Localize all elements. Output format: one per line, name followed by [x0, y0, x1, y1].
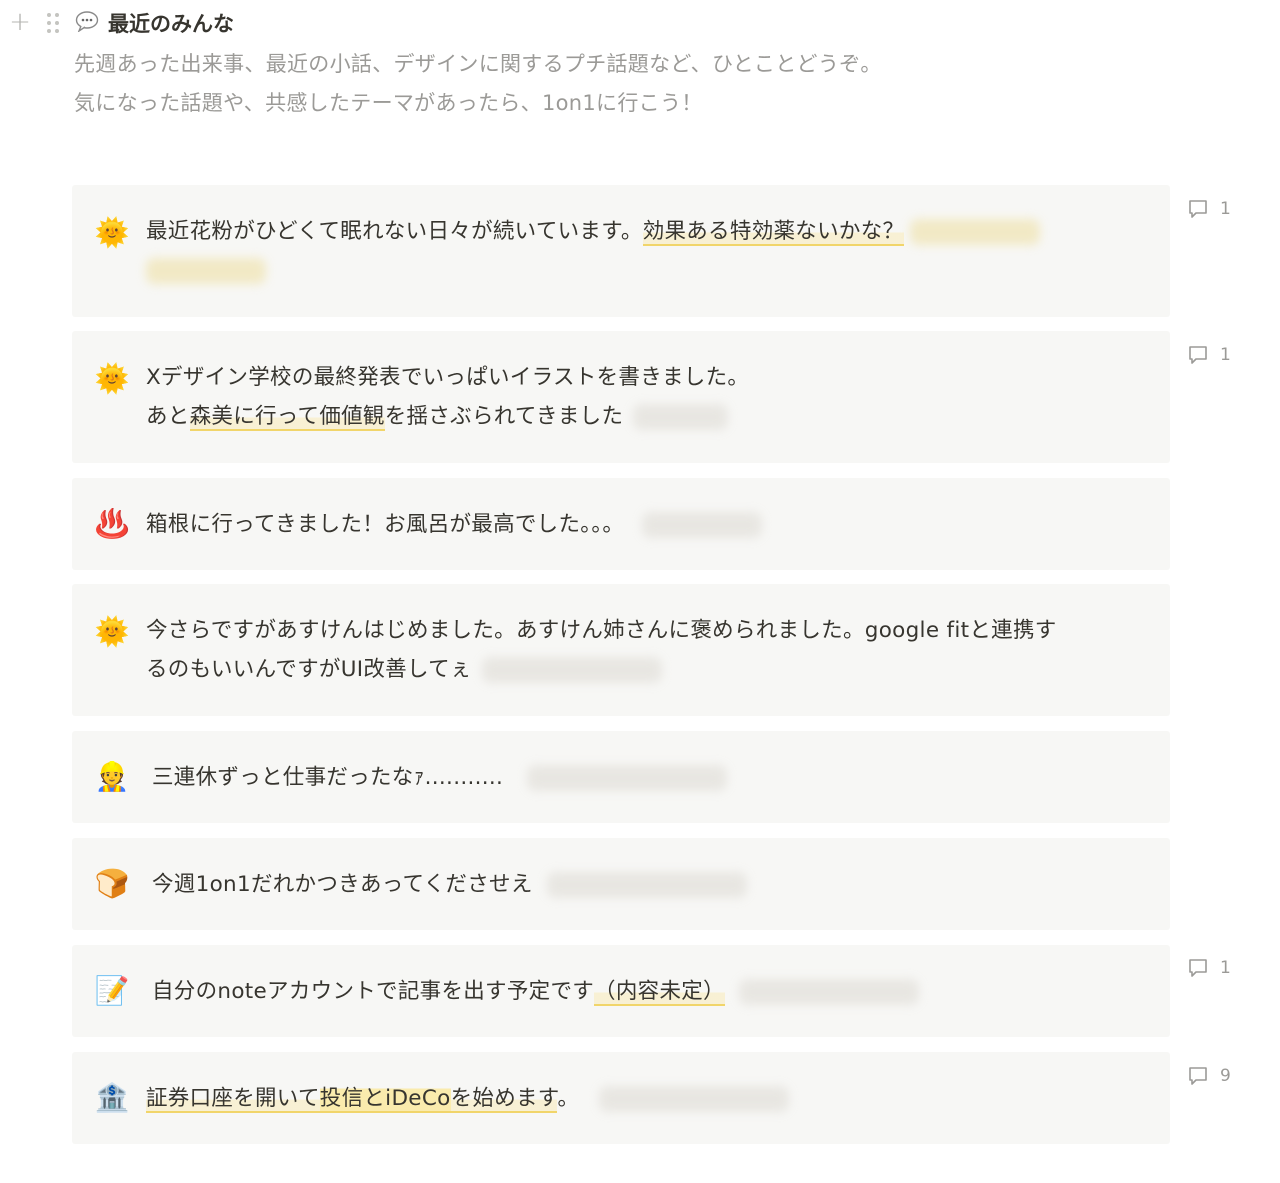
comment-count[interactable]: 1 — [1186, 955, 1246, 981]
blurred-author — [738, 979, 919, 1005]
comment-count[interactable]: 9 — [1186, 1063, 1246, 1089]
post-card[interactable]: 🌞 最近花粉がひどくて眠れない日々が続いています。効果ある特効薬ないかな？ — [72, 185, 1170, 317]
post-text: 今さらですがあすけんはじめました。あすけん姉さんに褒められました。google … — [146, 618, 1057, 683]
page-title: 最近のみんな — [108, 12, 234, 36]
blurred-author — [546, 872, 747, 898]
post-card[interactable]: 🌞 今さらですがあすけんはじめました。あすけん姉さんに褒められました。googl… — [72, 584, 1170, 716]
blurred-author — [146, 258, 266, 284]
blurred-author — [642, 512, 763, 538]
highlighted-text: 効果ある特効薬ないかな？ — [642, 219, 905, 246]
post-text: 三連休ずっと仕事だったなｧ........... — [152, 758, 1146, 797]
blurred-author — [633, 404, 729, 430]
blurred-author — [527, 765, 728, 791]
hot-springs-icon: ♨️ — [94, 507, 130, 540]
highlighted-text: 証券口座を開いて — [146, 1086, 320, 1113]
blurred-author — [910, 219, 1041, 245]
highlighted-text: 投信とiDeCo — [319, 1086, 451, 1113]
post-card[interactable]: 🏦 証券口座を開いて投信とiDeCoを始めます。 — [72, 1052, 1170, 1144]
description-line: 先週あった出来事、最近の小話、デザインに関するプチ話題など、ひとことどうぞ。 — [74, 52, 882, 76]
sun-with-face-icon: 🌞 — [94, 615, 130, 648]
page-header: + 最近のみんな 先週あった出来事、最近の小話、デザインに関するプチ話題など、ひ… — [0, 0, 1280, 130]
sun-with-face-icon: 🌞 — [94, 362, 130, 395]
blurred-author — [599, 1086, 790, 1112]
blurred-author — [481, 657, 662, 683]
post-card[interactable]: 📝 自分のnoteアカウントで記事を出す予定です（内容未定） — [72, 945, 1170, 1037]
post-text: Xデザイン学校の最終発表でいっぱいイラストを書きました。 あと森美に行って価値観… — [146, 365, 750, 431]
post-card[interactable]: 🍞 今週1on1だれかつきあってくださせえ — [72, 838, 1170, 930]
post-text: 証券口座を開いて投信とiDeCoを始めます。 — [146, 1079, 1146, 1118]
post-card[interactable]: ♨️ 箱根に行ってきました！お風呂が最高でした。。。 — [72, 478, 1170, 570]
comment-count[interactable]: 1 — [1186, 342, 1246, 368]
heading: 最近のみんな — [74, 6, 234, 40]
highlighted-text: 森美に行って価値観 — [189, 404, 385, 431]
post-text: 自分のnoteアカウントで記事を出す予定です（内容未定） — [152, 972, 1146, 1011]
construction-worker-icon: 👷 — [94, 760, 130, 793]
comment-count[interactable]: 1 — [1186, 196, 1246, 222]
post-text: 箱根に行ってきました！お風呂が最高でした。。。 — [146, 505, 1146, 544]
comment-icon — [1189, 200, 1207, 218]
memo-icon: 📝 — [94, 974, 130, 1007]
sun-with-face-icon: 🌞 — [94, 216, 130, 249]
description-line: 気になった話題や、共感したテーマがあったら、1on1に行こう！ — [74, 91, 703, 115]
highlighted-text: （内容未定） — [594, 979, 725, 1006]
post-text: 今週1on1だれかつきあってくださせえ — [152, 865, 1146, 904]
post-text: 最近花粉がひどくて眠れない日々が続いています。効果ある特効薬ないかな？ — [146, 212, 1146, 290]
speech-bubble-icon — [74, 10, 100, 37]
bread-icon: 🍞 — [94, 867, 130, 900]
comment-icon — [1189, 959, 1207, 977]
drag-handle-icon[interactable] — [44, 10, 62, 36]
post-card[interactable]: 🌞 Xデザイン学校の最終発表でいっぱいイラストを書きました。 あと森美に行って価… — [72, 331, 1170, 463]
bank-icon: 🏦 — [94, 1081, 130, 1114]
add-block-icon[interactable]: + — [8, 8, 32, 36]
post-card[interactable]: 👷 三連休ずっと仕事だったなｧ........... — [72, 731, 1170, 823]
comment-icon — [1189, 1067, 1207, 1085]
highlighted-text: を始めます — [450, 1086, 558, 1113]
comment-icon — [1189, 346, 1207, 364]
